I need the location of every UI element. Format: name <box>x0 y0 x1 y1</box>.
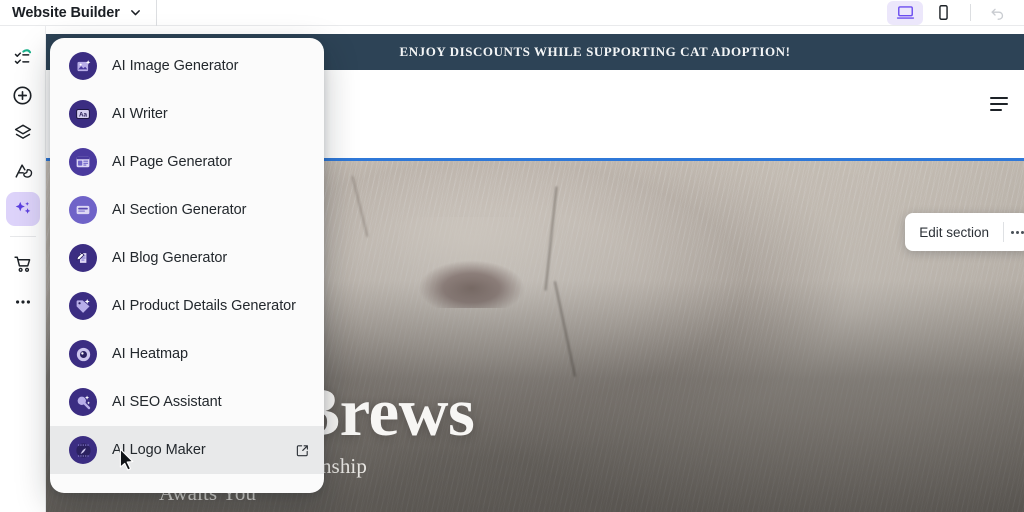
menu-item-ai-image-generator[interactable]: AI Image Generator <box>50 42 324 90</box>
mobile-view-button[interactable] <box>925 1 961 25</box>
section-layout-icon <box>69 196 97 224</box>
menu-item-ai-seo-assistant[interactable]: AI SEO Assistant <box>50 378 324 426</box>
view-controls <box>887 0 1024 25</box>
menu-item-label: AI SEO Assistant <box>112 394 222 410</box>
layers-icon <box>14 124 31 139</box>
sidebar-item-design[interactable] <box>6 154 40 188</box>
top-bar: Website Builder <box>0 0 1024 26</box>
sidebar-item-pages-and-layers[interactable] <box>6 116 40 150</box>
checklist-icon <box>14 48 32 64</box>
toolbar-divider <box>155 0 157 26</box>
menu-item-label: AI Writer <box>112 106 168 122</box>
undo-icon <box>991 8 1003 20</box>
mobile-view-icon <box>938 5 948 20</box>
edit-section-button[interactable]: Edit section <box>905 225 1003 240</box>
sidebar-item-ai-tools[interactable] <box>5 192 40 226</box>
toolbar-divider-2 <box>970 4 971 21</box>
plus-circle-icon <box>13 85 32 105</box>
shopping-cart-icon <box>13 256 30 272</box>
logo-maker-icon <box>69 436 97 464</box>
left-sidebar <box>0 26 46 512</box>
menu-item-label: AI Blog Generator <box>112 250 228 266</box>
ai-tools-dropdown-menu[interactable]: AI Image Generator Aa AI Writer AI Page … <box>50 38 324 493</box>
desktop-view-icon <box>896 6 914 19</box>
menu-item-label: AI Page Generator <box>112 154 233 170</box>
menu-item-ai-writer[interactable]: Aa AI Writer <box>50 90 324 138</box>
page-layout-icon <box>69 148 97 176</box>
heatmap-eye-icon <box>69 340 97 368</box>
app-title: Website Builder <box>12 4 120 21</box>
ellipsis-icon <box>15 300 30 304</box>
sidebar-item-setup-checklist[interactable] <box>6 40 40 74</box>
blog-pen-icon <box>69 244 97 272</box>
svg-text:Aa: Aa <box>79 112 88 119</box>
sidebar-item-store[interactable] <box>6 247 40 281</box>
website-builder-app: Website Builder ENJOY DISCOUNTS WHILE SU… <box>0 0 1024 512</box>
hamburger-menu-icon[interactable] <box>990 97 1008 111</box>
menu-item-ai-product-details-generator[interactable]: AI Product Details Generator <box>50 282 324 330</box>
mouse-pointer-icon <box>119 448 136 477</box>
menu-item-label: AI Image Generator <box>112 58 239 74</box>
sparkles-icon <box>15 201 30 214</box>
external-link-icon[interactable] <box>295 443 310 458</box>
sidebar-item-more-options[interactable] <box>6 285 40 319</box>
menu-item-ai-logo-maker[interactable]: AI Logo Maker <box>50 426 324 474</box>
undo-button[interactable] <box>980 1 1014 25</box>
sidebar-divider <box>9 236 36 237</box>
announcement-text: ENJOY DISCOUNTS WHILE SUPPORTING CAT ADO… <box>399 44 791 59</box>
desktop-view-button[interactable] <box>887 0 923 25</box>
magnifier-sparkle-icon <box>69 388 97 416</box>
text-aa-icon: Aa <box>69 100 97 128</box>
menu-item-label: AI Heatmap <box>112 346 189 362</box>
menu-item-label: AI Product Details Generator <box>112 298 296 314</box>
image-sparkle-icon <box>69 52 97 80</box>
price-tag-sparkle-icon <box>69 292 97 320</box>
menu-item-label: AI Section Generator <box>112 202 247 218</box>
brand-switcher[interactable]: Website Builder <box>0 0 142 26</box>
sidebar-item-add-element[interactable] <box>6 78 40 112</box>
menu-item-ai-blog-generator[interactable]: AI Blog Generator <box>50 234 324 282</box>
chevron-down-icon[interactable] <box>129 6 142 19</box>
menu-item-ai-page-generator[interactable]: AI Page Generator <box>50 138 324 186</box>
menu-item-ai-heatmap[interactable]: AI Heatmap <box>50 330 324 378</box>
menu-item-ai-section-generator[interactable]: AI Section Generator <box>50 186 324 234</box>
more-dots-icon[interactable] <box>1004 230 1024 234</box>
edit-section-toolbar[interactable]: Edit section <box>905 213 1024 251</box>
design-palette-icon <box>14 164 32 178</box>
